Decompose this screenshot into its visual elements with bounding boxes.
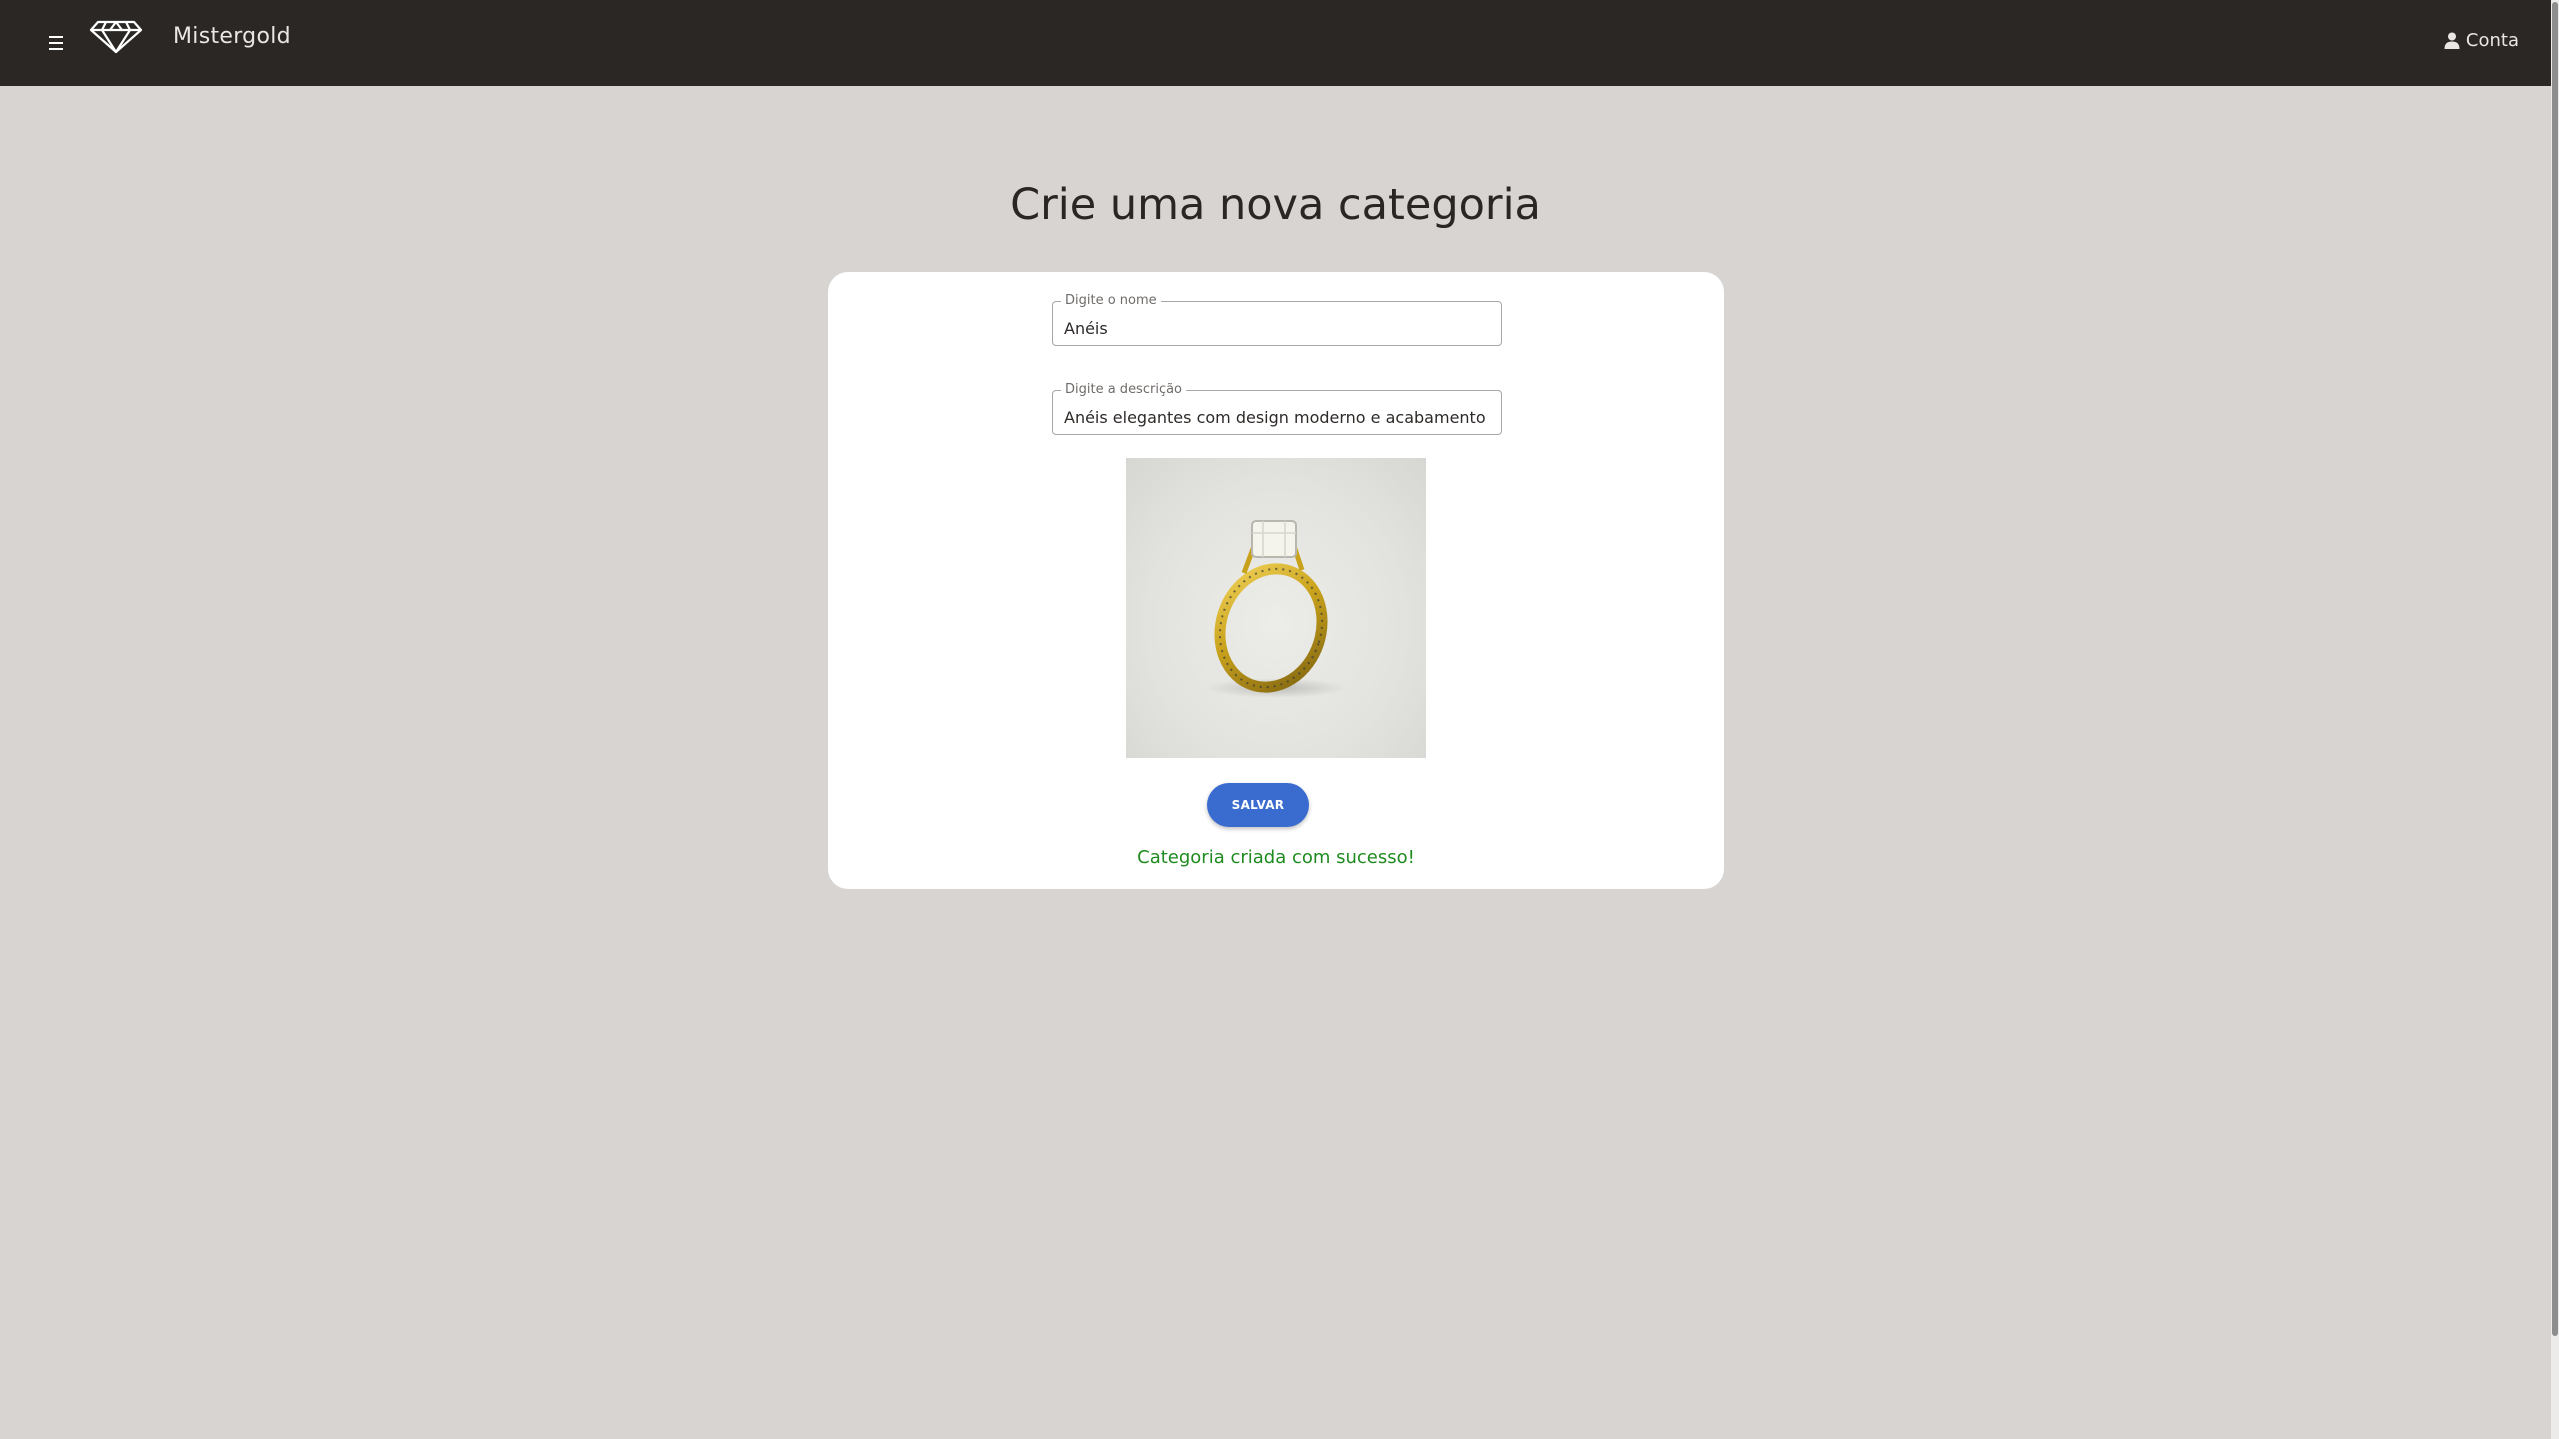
category-form-card: Digite o nome Digite a descrição [828, 272, 1724, 889]
hamburger-menu-icon[interactable] [44, 30, 68, 56]
page-title: Crie uma nova categoria [1010, 180, 1541, 230]
gold-ring-image [1206, 520, 1346, 698]
page-scrollbar[interactable] [2551, 0, 2559, 1439]
scrollbar-thumb[interactable] [2552, 2, 2558, 1336]
name-input[interactable] [1053, 302, 1501, 345]
brand-name[interactable]: Mistergold [173, 24, 291, 49]
account-button[interactable]: Conta [2444, 30, 2519, 51]
category-image-preview[interactable] [1126, 458, 1426, 758]
top-navbar: Mistergold Conta [0, 0, 2559, 86]
description-field[interactable]: Digite a descrição [1052, 382, 1502, 435]
save-button[interactable]: SALVAR [1207, 783, 1309, 827]
description-input[interactable] [1053, 391, 1501, 434]
user-icon [2444, 32, 2460, 49]
account-label: Conta [2465, 30, 2519, 51]
success-message: Categoria criada com sucesso! [1137, 847, 1415, 868]
diamond-logo-icon[interactable] [88, 16, 144, 56]
name-field[interactable]: Digite o nome [1052, 293, 1502, 346]
